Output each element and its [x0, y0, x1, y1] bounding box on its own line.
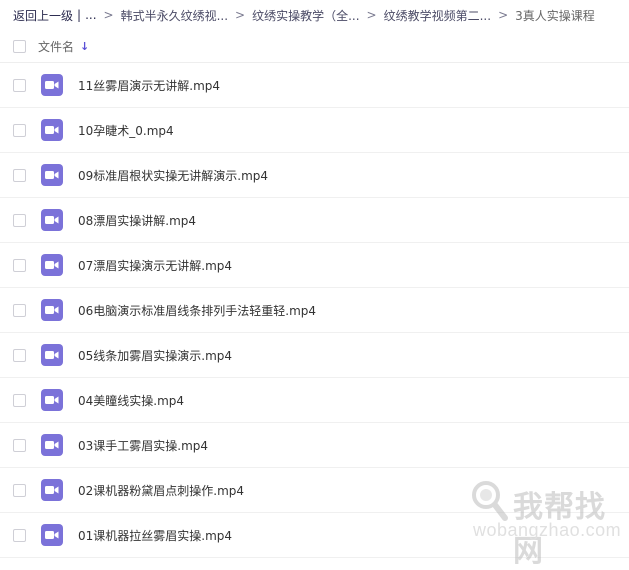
file-name[interactable]: 04美瞳线实操.mp4	[78, 392, 184, 409]
file-row[interactable]: 03课手工雾眉实操.mp4	[0, 423, 629, 468]
row-checkbox[interactable]	[13, 123, 26, 137]
file-name[interactable]: 03课手工雾眉实操.mp4	[78, 437, 208, 454]
breadcrumb-item[interactable]: 纹绣教学视频第二...	[384, 7, 491, 24]
file-row[interactable]: 10孕睫术_0.mp4	[0, 108, 629, 153]
breadcrumb-current: 3真人实操课程	[515, 8, 595, 23]
row-checkbox[interactable]	[13, 258, 26, 272]
file-row[interactable]: 04美瞳线实操.mp4	[0, 378, 629, 423]
chevron-right-icon: >	[498, 8, 509, 22]
video-file-icon	[41, 434, 63, 456]
video-file-icon	[41, 254, 63, 276]
table-header: 文件名 ↓	[0, 30, 629, 63]
file-name[interactable]: 01课机器拉丝雾眉实操.mp4	[78, 527, 232, 544]
row-checkbox[interactable]	[13, 168, 26, 182]
breadcrumb-ellipsis[interactable]: ...	[85, 8, 96, 22]
video-file-icon	[41, 209, 63, 231]
breadcrumb-item[interactable]: 韩式半永久纹绣视...	[121, 7, 228, 24]
chevron-right-icon: >	[103, 8, 114, 22]
video-file-icon	[41, 344, 63, 366]
video-file-icon	[41, 164, 63, 186]
file-name[interactable]: 05线条加雾眉实操演示.mp4	[78, 347, 232, 364]
watermark-url: wobangzhao.com	[473, 520, 622, 540]
row-checkbox[interactable]	[13, 303, 26, 317]
video-file-icon	[41, 299, 63, 321]
watermark: 我帮找网 wobangzhao.com	[465, 476, 623, 569]
chevron-right-icon: >	[366, 8, 377, 22]
file-row[interactable]: 06电脑演示标准眉线条排列手法轻重轻.mp4	[0, 288, 629, 333]
video-file-icon	[41, 524, 63, 546]
breadcrumb: 返回上一级 | ... > 韩式半永久纹绣视... > 纹绣实操教学（全... …	[13, 0, 629, 30]
file-name[interactable]: 10孕睫术_0.mp4	[78, 122, 174, 139]
video-file-icon	[41, 389, 63, 411]
row-checkbox[interactable]	[13, 438, 26, 452]
file-name[interactable]: 07漂眉实操演示无讲解.mp4	[78, 257, 232, 274]
chevron-right-icon: >	[235, 8, 246, 22]
file-name[interactable]: 02课机器粉黛眉点刺操作.mp4	[78, 482, 244, 499]
video-file-icon	[41, 479, 63, 501]
row-checkbox[interactable]	[13, 78, 26, 92]
file-row[interactable]: 09标准眉根状实操无讲解演示.mp4	[0, 153, 629, 198]
breadcrumb-divider: |	[77, 8, 82, 22]
row-checkbox[interactable]	[13, 348, 26, 362]
file-row[interactable]: 11丝雾眉演示无讲解.mp4	[0, 63, 629, 108]
breadcrumb-item[interactable]: 纹绣实操教学（全...	[252, 7, 359, 24]
back-link[interactable]: 返回上一级	[13, 7, 73, 24]
row-checkbox[interactable]	[13, 528, 26, 542]
file-row[interactable]: 05线条加雾眉实操演示.mp4	[0, 333, 629, 378]
row-checkbox[interactable]	[13, 393, 26, 407]
video-file-icon	[41, 74, 63, 96]
video-file-icon	[41, 119, 63, 141]
column-filename[interactable]: 文件名	[38, 38, 74, 55]
file-row[interactable]: 07漂眉实操演示无讲解.mp4	[0, 243, 629, 288]
file-name[interactable]: 06电脑演示标准眉线条排列手法轻重轻.mp4	[78, 302, 316, 319]
file-name[interactable]: 08漂眉实操讲解.mp4	[78, 212, 196, 229]
file-name[interactable]: 09标准眉根状实操无讲解演示.mp4	[78, 167, 268, 184]
file-name[interactable]: 11丝雾眉演示无讲解.mp4	[78, 77, 220, 94]
row-checkbox[interactable]	[13, 213, 26, 227]
select-all-checkbox[interactable]	[13, 39, 26, 53]
file-row[interactable]: 08漂眉实操讲解.mp4	[0, 198, 629, 243]
sort-desc-icon[interactable]: ↓	[80, 40, 89, 53]
magnifier-icon	[472, 481, 508, 521]
row-checkbox[interactable]	[13, 483, 26, 497]
